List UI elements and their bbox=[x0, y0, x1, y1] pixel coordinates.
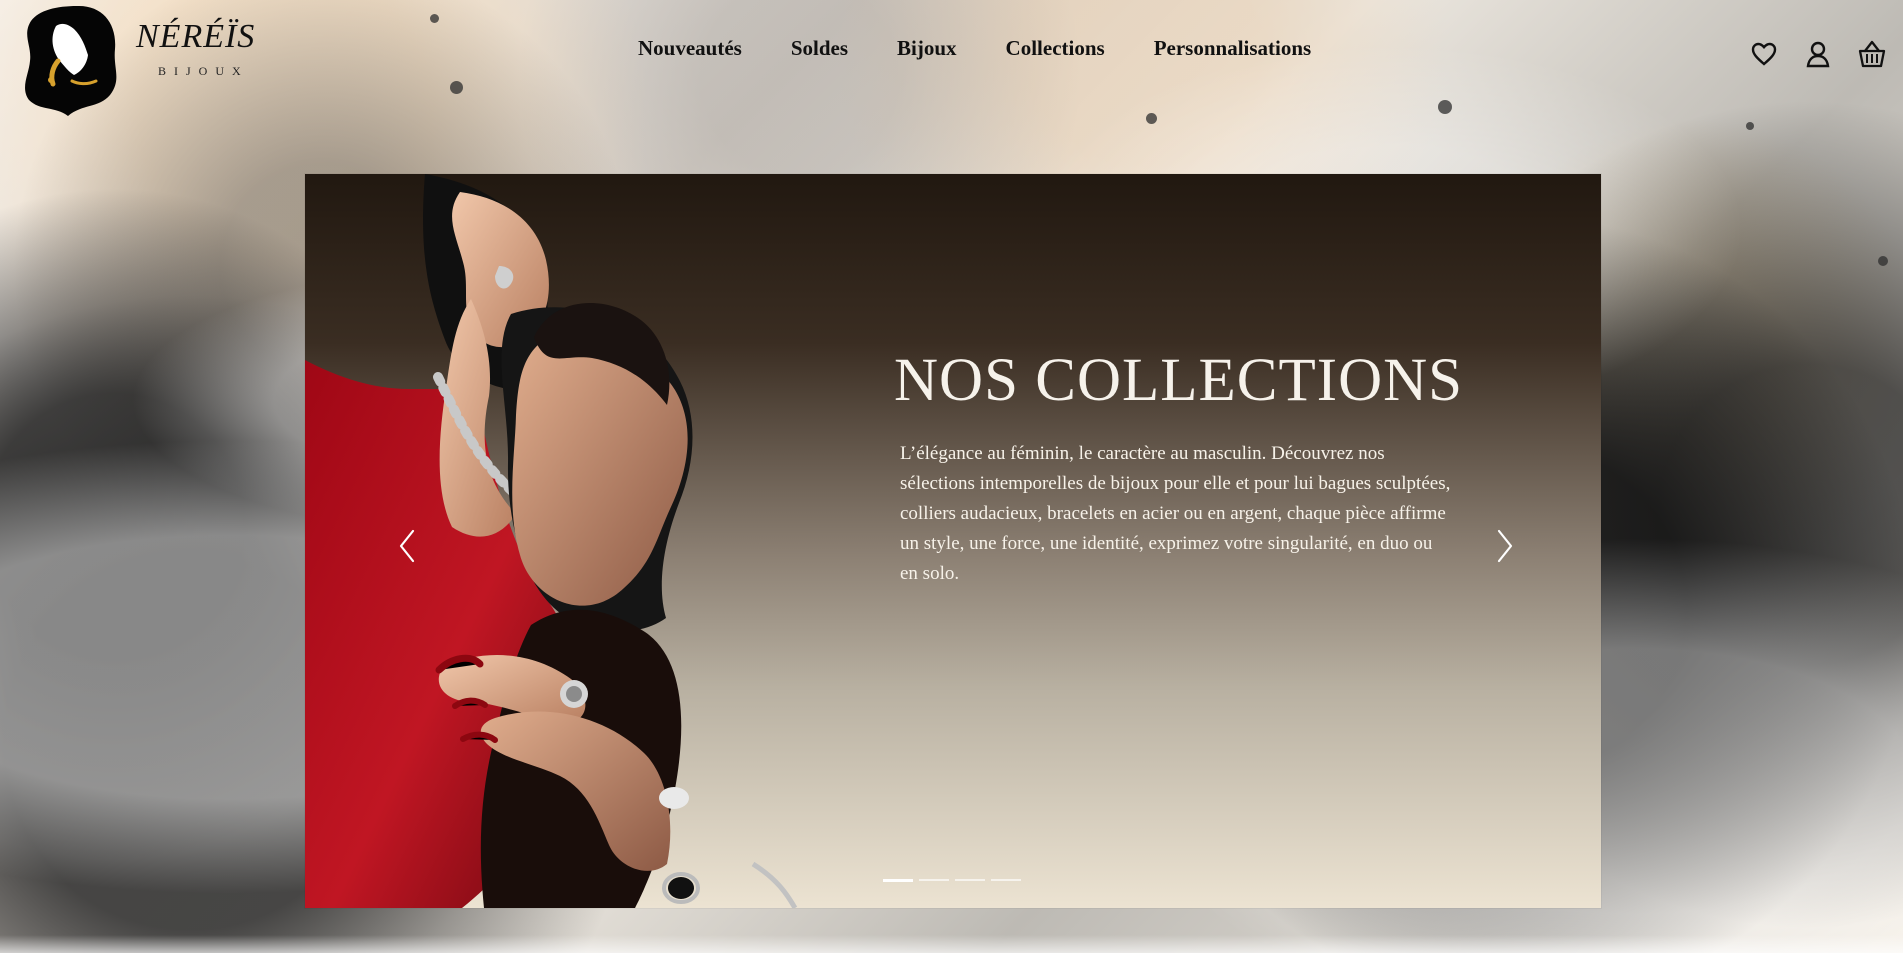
user-icon bbox=[1806, 41, 1830, 68]
hero-title: NOS COLLECTIONS bbox=[894, 347, 1464, 414]
hero-carousel: NOS COLLECTIONS L’élégance au féminin, l… bbox=[305, 174, 1601, 908]
carousel-previous-button[interactable] bbox=[393, 526, 421, 566]
header-actions bbox=[1749, 39, 1899, 73]
nav-item-bijoux[interactable]: Bijoux bbox=[897, 34, 957, 62]
ink-dot bbox=[1878, 256, 1888, 266]
carousel-indicator-1[interactable] bbox=[883, 879, 913, 882]
hero-copy: NOS COLLECTIONS L’élégance au féminin, l… bbox=[894, 347, 1484, 584]
page-background: NÉRÉÏS BIJOUX Nouveautés Soldes Bijoux C… bbox=[0, 0, 1903, 953]
chevron-left-icon bbox=[399, 529, 415, 563]
shopping-basket-icon bbox=[1858, 40, 1886, 68]
brand-logo-link[interactable]: NÉRÉÏS BIJOUX bbox=[22, 3, 254, 120]
nav-item-soldes[interactable]: Soldes bbox=[791, 34, 848, 62]
carousel-indicator-4[interactable] bbox=[991, 879, 1021, 881]
chevron-right-icon bbox=[1497, 529, 1513, 563]
ink-dot bbox=[1746, 122, 1754, 130]
hero-couple-image bbox=[305, 174, 798, 908]
nav-item-collections[interactable]: Collections bbox=[1006, 34, 1105, 62]
carousel-indicator-3[interactable] bbox=[955, 879, 985, 881]
cart-button[interactable] bbox=[1857, 39, 1887, 69]
nav-item-personnalisations[interactable]: Personnalisations bbox=[1154, 34, 1312, 62]
carousel-indicators bbox=[883, 879, 1021, 882]
site-header: NÉRÉÏS BIJOUX Nouveautés Soldes Bijoux C… bbox=[0, 0, 1903, 118]
account-button[interactable] bbox=[1803, 39, 1833, 69]
woman-silhouette-logo-icon bbox=[25, 5, 117, 116]
nav-item-nouveautes[interactable]: Nouveautés bbox=[638, 34, 742, 62]
carousel-indicator-2[interactable] bbox=[919, 879, 949, 881]
brand-name: NÉRÉÏS bbox=[136, 18, 256, 55]
brand-subtitle: BIJOUX bbox=[158, 64, 249, 78]
heart-icon bbox=[1751, 42, 1777, 66]
carousel-next-button[interactable] bbox=[1491, 526, 1519, 566]
bottom-fade bbox=[0, 935, 1903, 953]
hero-description: L’élégance au féminin, le caractère au m… bbox=[900, 443, 1451, 584]
wishlist-button[interactable] bbox=[1749, 39, 1779, 69]
main-navigation: Nouveautés Soldes Bijoux Collections Per… bbox=[638, 34, 1311, 62]
